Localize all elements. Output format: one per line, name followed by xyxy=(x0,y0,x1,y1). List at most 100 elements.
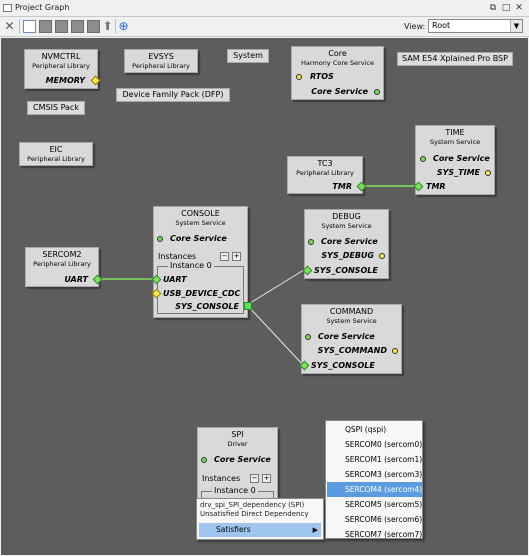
node-subtitle: System Service xyxy=(175,219,226,227)
instances-label: Instances xyxy=(202,474,241,483)
node-title: TIME xyxy=(445,128,465,137)
uart-port-label: UART xyxy=(64,275,88,284)
dfp-node[interactable]: Device Family Pack (DFP) xyxy=(116,88,230,102)
sys-command-port-connector[interactable] xyxy=(392,348,398,354)
instance-label[interactable]: Instance 0 xyxy=(212,486,258,495)
sys-console-port-label: SYS_CONSOLE xyxy=(175,302,239,311)
core-service-dependency-connector[interactable] xyxy=(308,239,314,245)
node-subtitle: System Service xyxy=(321,222,372,230)
satisfiers-menu-item[interactable]: Satisfiers ▶ xyxy=(199,523,321,537)
uart-port-label: UART xyxy=(163,275,187,284)
node-subtitle: Peripheral Library xyxy=(132,62,190,70)
core-service-dependency-connector[interactable] xyxy=(420,156,426,162)
sys-debug-port-connector[interactable] xyxy=(379,253,385,259)
submenu-item-sercom0[interactable]: SERCOM0 (sercom0) xyxy=(327,437,422,452)
spi-node[interactable]: SPI Driver Core Service Instances − + In… xyxy=(197,427,278,507)
usb-device-cdc-port-label: USB_DEVICE_CDC xyxy=(163,289,241,298)
delete-icon[interactable]: ✕ xyxy=(3,20,16,33)
target-icon[interactable]: ⊕ xyxy=(117,20,130,33)
core-service-dependency-connector[interactable] xyxy=(305,334,311,340)
align-left-icon[interactable] xyxy=(39,20,52,33)
remove-instance-button[interactable]: − xyxy=(220,252,229,261)
sys-console-dependency-connector[interactable] xyxy=(302,265,313,276)
core-service-port-label: Core Service xyxy=(433,154,490,163)
chevron-down-icon[interactable]: ▼ xyxy=(510,20,522,32)
core-service-port-label: Core Service xyxy=(311,87,368,96)
core-service-port-label: Core Service xyxy=(170,234,227,243)
core-node[interactable]: Core Harmony Core Service RTOS Core Serv… xyxy=(291,46,384,100)
nvmctrl-node[interactable]: NVMCTRL Peripheral Library MEMORY xyxy=(24,49,101,89)
sys-time-port-connector[interactable] xyxy=(485,170,491,176)
close-icon[interactable]: ✕ xyxy=(514,3,524,13)
move-up-icon[interactable]: ⬆ xyxy=(101,20,114,33)
sys-console-dependency-connector[interactable] xyxy=(299,360,310,371)
align-right-icon[interactable] xyxy=(71,20,84,33)
submenu-item-sercom5[interactable]: SERCOM5 (sercom5) xyxy=(327,497,422,512)
node-title: CONSOLE xyxy=(181,209,220,218)
tc3-node[interactable]: TC3 Peripheral Library TMR xyxy=(287,156,367,194)
views-value: Root xyxy=(432,21,451,30)
node-subtitle: Harmony Core Service xyxy=(301,59,374,67)
sercom2-node[interactable]: SERCOM2 Peripheral Library UART xyxy=(25,247,103,287)
instances-label: Instances xyxy=(158,252,197,261)
core-service-dependency-connector[interactable] xyxy=(201,457,207,463)
tmr-dependency-connector[interactable] xyxy=(413,181,424,192)
node-subtitle: Peripheral Library xyxy=(296,169,354,177)
new-component-icon[interactable] xyxy=(23,20,36,33)
node-title: SERCOM2 xyxy=(42,250,82,259)
cmsis-pack-node[interactable]: CMSIS Pack xyxy=(27,101,85,115)
instance-label[interactable]: Instance 0 xyxy=(168,261,214,270)
node-title: Core xyxy=(328,49,347,58)
submenu-item-sercom4[interactable]: SERCOM4 (sercom4) xyxy=(327,482,422,497)
node-title: NVMCTRL xyxy=(41,52,81,61)
graph-canvas[interactable]: NVMCTRL Peripheral Library MEMORY EVSYS … xyxy=(1,38,528,555)
submenu-item-sercom3[interactable]: SERCOM3 (sercom3) xyxy=(327,467,422,482)
time-node[interactable]: TIME System Service Core Service SYS_TIM… xyxy=(413,125,495,195)
add-instance-button[interactable]: + xyxy=(232,252,241,261)
restore-icon[interactable]: ⧉ xyxy=(488,3,498,13)
chevron-right-icon: ▶ xyxy=(312,526,318,534)
project-graph-icon xyxy=(3,4,12,12)
debug-node[interactable]: DEBUG System Service Core Service SYS_DE… xyxy=(302,209,389,279)
align-center-icon[interactable] xyxy=(55,20,68,33)
tmr-port-label: TMR xyxy=(426,182,446,191)
submenu-item-sercom7[interactable]: SERCOM7 (sercom7) xyxy=(327,527,422,542)
remove-instance-button[interactable]: − xyxy=(250,474,259,483)
toolbar-separator xyxy=(19,19,20,34)
submenu-item-qspi[interactable]: QSPI (qspi) xyxy=(327,422,422,437)
command-node[interactable]: COMMAND System Service Core Service SYS_… xyxy=(299,304,402,374)
submenu-item-sercom1[interactable]: SERCOM1 (sercom1) xyxy=(327,452,422,467)
add-instance-button[interactable]: + xyxy=(262,474,271,483)
node-title: EIC xyxy=(49,145,63,154)
context-menu: drv_spi_SPI_dependency (SPI) Unsatisfied… xyxy=(196,498,324,540)
satisfiers-label: Satisfiers xyxy=(216,525,251,534)
console-node[interactable]: CONSOLE System Service Core Service Inst… xyxy=(151,206,252,318)
evsys-node[interactable]: EVSYS Peripheral Library xyxy=(124,49,198,73)
node-title: EVSYS xyxy=(148,52,174,61)
sys-console-port-label: SYS_CONSOLE xyxy=(311,361,375,370)
eic-node[interactable]: EIC Peripheral Library xyxy=(19,142,93,166)
rtos-port-connector[interactable] xyxy=(296,74,302,80)
sys-command-port-label: SYS_COMMAND xyxy=(317,346,387,355)
system-node[interactable]: System xyxy=(227,49,269,63)
node-subtitle: Peripheral Library xyxy=(33,260,91,268)
node-title: TC3 xyxy=(317,159,333,168)
node-subtitle: System Service xyxy=(326,317,377,325)
node-title: COMMAND xyxy=(329,307,374,316)
sys-console-port-connector[interactable] xyxy=(244,302,252,310)
bsp-node[interactable]: SAM E54 Xplained Pro BSP xyxy=(397,52,513,66)
views-dropdown[interactable]: Root ▼ xyxy=(428,19,523,33)
submenu-item-sercom6[interactable]: SERCOM6 (sercom6) xyxy=(327,512,422,527)
toolbar: ✕ ⬆ ⊕ View: Root ▼ xyxy=(0,17,529,37)
node-title: SPI xyxy=(231,430,244,439)
tmr-port-label: TMR xyxy=(332,182,352,191)
maximize-icon[interactable]: □ xyxy=(501,3,511,13)
core-service-dependency-connector[interactable] xyxy=(157,236,163,242)
arrange-icon[interactable] xyxy=(87,20,100,33)
window-title: Project Graph xyxy=(15,3,70,12)
core-service-port-connector[interactable] xyxy=(374,89,380,95)
views-label: View: xyxy=(404,22,426,31)
dependency-name: drv_spi_SPI_dependency (SPI) xyxy=(200,501,305,509)
node-subtitle: Peripheral Library xyxy=(27,155,85,163)
core-service-port-label: Core Service xyxy=(318,332,375,341)
